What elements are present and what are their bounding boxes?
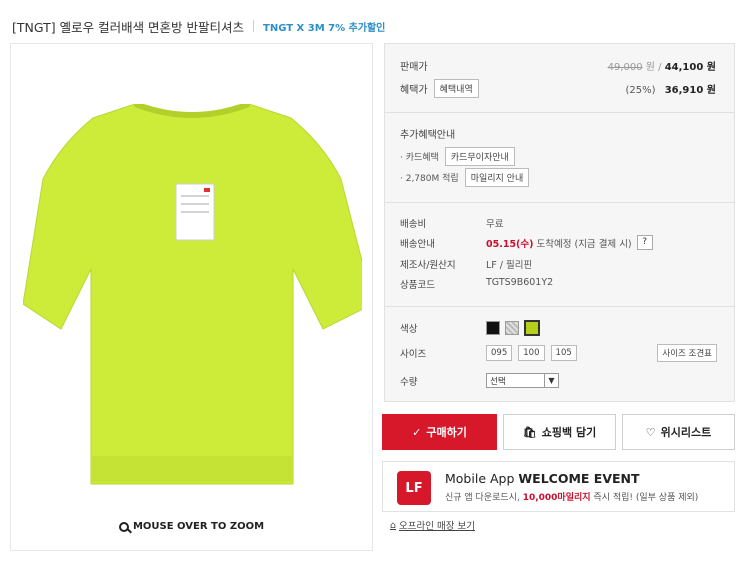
buy-button[interactable]: ✓ 구매하기 [382, 414, 497, 450]
card-benefit-label: · 카드혜택 [400, 153, 439, 163]
add-to-cart-button[interactable]: 🛍︎ 쇼핑백 담기 [503, 414, 616, 450]
size-option-row: 사이즈 095 100 105 사이즈 조견표 [400, 344, 720, 362]
size-label: 사이즈 [400, 349, 427, 360]
benefit-price-row: 혜택가 혜택내역 (25%) 36,910 원 [400, 79, 716, 98]
buy-button-label: 구매하기 [426, 426, 467, 439]
shipping-fee-row: 배송비 무료 [400, 216, 503, 230]
maker-row: 제조사/원산지 LF / 필리핀 [400, 257, 532, 271]
card-installment-button[interactable]: 카드무이자안내 [444, 147, 515, 166]
color-swatch-gray[interactable] [505, 321, 520, 335]
benefit-details-button[interactable]: 혜택내역 [433, 79, 479, 98]
lf-logo: LF [397, 471, 431, 505]
banner-description: 신규 앱 다운로드시, 10,000마일리지 즉시 적립! (일부 상품 제외) [445, 493, 699, 503]
divider [385, 202, 734, 203]
size-option-105[interactable]: 105 [550, 345, 577, 361]
product-title: [TNGT] 옐로우 컬러배색 면혼방 반팔티셔츠 [12, 19, 245, 35]
delivery-info-row: 배송안내 05.15(수) 도착예정 (지금 결제 시) ? [400, 235, 653, 250]
delivery-info-label: 배송안내 [400, 238, 435, 250]
product-info-panel: 판매가 49,000 원 / 44,100 원 혜택가 혜택내역 (25%) 3… [384, 43, 735, 402]
offline-store-link[interactable]: ⌂ 오프라인 매장 보기 [390, 518, 475, 533]
product-code-value: TGTS9B601Y2 [486, 277, 554, 288]
sale-price: 44,100 원 [664, 62, 716, 73]
extra-benefit-title: 추가혜택안내 [400, 130, 456, 141]
chevron-down-icon[interactable]: ▼ [544, 374, 558, 387]
original-price: 49,000 [607, 62, 643, 73]
quantity-label: 수량 [400, 376, 418, 388]
size-option-100[interactable]: 100 [518, 345, 545, 361]
divider [385, 306, 734, 307]
home-icon: ⌂ [390, 519, 397, 531]
quantity-select-value: 선택 [490, 376, 506, 387]
card-benefit-row: · 카드혜택 카드무이자안내 [400, 147, 716, 166]
product-image-panel[interactable]: MOUSE OVER TO ZOOM [10, 43, 373, 551]
heart-icon: ♡ [645, 425, 656, 439]
maker-value: LF / 필리핀 [486, 260, 533, 271]
sale-label: 판매가 [400, 62, 428, 73]
wishlist-button-label: 위시리스트 [660, 426, 712, 439]
shipping-fee-label: 배송비 [400, 219, 427, 230]
divider [385, 112, 734, 113]
banner-title: Mobile App WELCOME EVENT [445, 471, 640, 486]
color-swatch-lime[interactable] [524, 320, 541, 336]
benefit-price: 36,910 원 [664, 85, 716, 96]
promo-link[interactable]: TNGT X 3M 7% 추가할인 [263, 19, 385, 34]
product-image[interactable] [23, 104, 362, 494]
color-label: 색상 [400, 324, 418, 335]
zoom-hint: MOUSE OVER TO ZOOM [11, 521, 372, 532]
offline-store-label: 오프라인 매장 보기 [399, 521, 475, 532]
extra-benefit-title-row: 추가혜택안내 [400, 126, 716, 141]
zoom-label: MOUSE OVER TO ZOOM [132, 521, 265, 532]
shipping-fee-value: 무료 [486, 219, 504, 230]
delivery-help-button[interactable]: ? [636, 235, 653, 250]
mileage-row: · 2,780M 적립 마일리지 안내 [400, 168, 716, 187]
product-code-row: 상품코드 TGTS9B601Y2 [400, 277, 553, 291]
quantity-row: 수량 선택 ▼ [400, 373, 559, 388]
shopping-bag-icon: 🛍︎ [522, 425, 537, 439]
sale-price-row: 판매가 49,000 원 / 44,100 원 [400, 58, 716, 73]
benefit-label: 혜택가 [400, 85, 428, 96]
size-chart-button[interactable]: 사이즈 조견표 [657, 344, 717, 362]
delivery-text: 도착예정 (지금 결제 시) [533, 238, 632, 250]
size-option-095[interactable]: 095 [486, 345, 513, 361]
product-code-label: 상품코드 [400, 280, 435, 291]
mileage-label: · 2,780M 적립 [400, 174, 459, 184]
discount-rate: (25%) [625, 85, 656, 96]
header-divider [253, 20, 255, 32]
magnifier-icon [118, 521, 129, 532]
tshirt-shape [23, 104, 362, 485]
original-unit: 원 [645, 62, 655, 73]
delivery-date: 05.15(수) [486, 238, 534, 250]
color-option-row: 색상 [400, 320, 542, 336]
wishlist-button[interactable]: ♡ 위시리스트 [622, 414, 735, 450]
mileage-info-button[interactable]: 마일리지 안내 [464, 168, 530, 187]
check-icon: ✓ [412, 425, 422, 439]
product-header: [TNGT] 옐로우 컬러배색 면혼방 반팔티셔츠 TNGT X 3M 7% 추… [12, 17, 385, 35]
app-event-banner[interactable]: LF Mobile App WELCOME EVENT 신규 앱 다운로드시, … [382, 461, 735, 512]
color-swatch-black[interactable] [486, 321, 500, 335]
cart-button-label: 쇼핑백 담기 [541, 426, 597, 439]
quantity-select[interactable]: 선택 ▼ [486, 373, 559, 388]
maker-label: 제조사/원산지 [400, 260, 456, 271]
